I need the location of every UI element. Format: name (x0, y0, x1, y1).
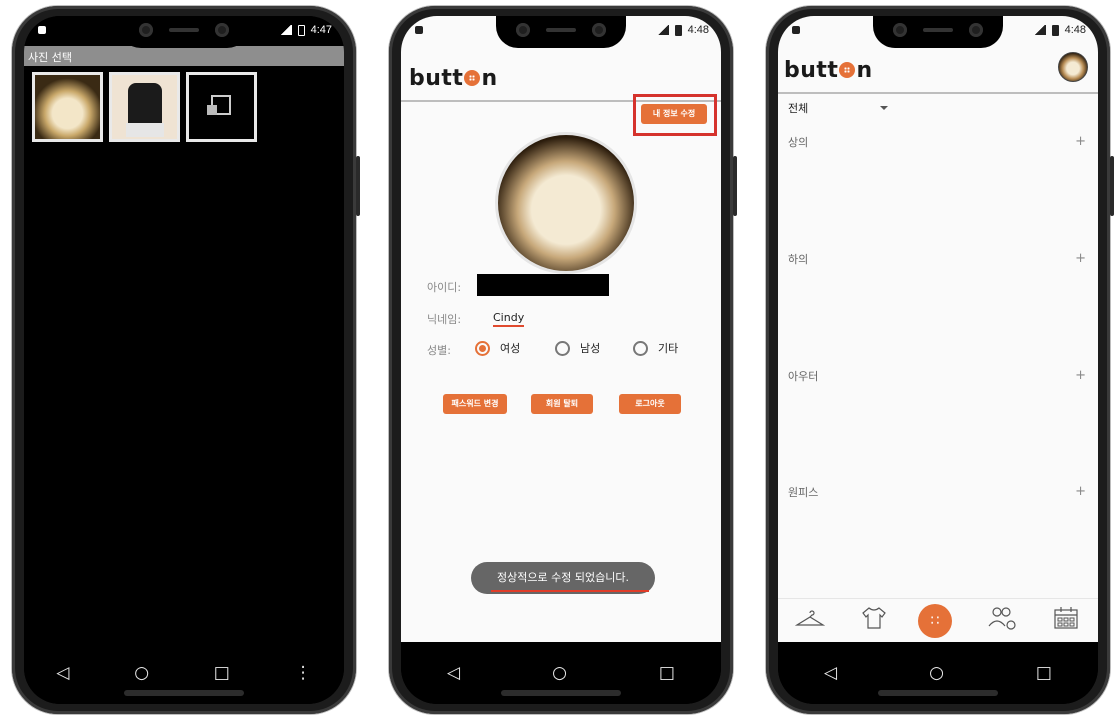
signal-icon (279, 25, 292, 35)
phone-3-screen: 4:48 butt n 전체 상의 + 하의 + 아우터 + 원피스 + ∷ ◁… (778, 16, 1098, 704)
notch (873, 16, 1003, 48)
battery-icon (674, 24, 682, 36)
radio-checked-icon (475, 340, 490, 356)
phone-3: 4:48 butt n 전체 상의 + 하의 + 아우터 + 원피스 + ∷ ◁… (766, 6, 1114, 714)
gender-option-female[interactable]: 여성 (475, 340, 520, 356)
gender-option-male[interactable]: 남성 (555, 340, 600, 356)
home-icon[interactable]: ○ (134, 663, 149, 683)
notch (496, 16, 626, 48)
photo-picker-screen: 4:47 사진 선택 (24, 16, 344, 642)
radio-unchecked-icon (555, 340, 570, 356)
notification-icon (792, 26, 800, 34)
profile-screen: 4:48 butt n 내 정보 수정 아이디: 닉네임: Cindy 성별: 여… (401, 16, 721, 642)
picker-title: 사진 선택 (24, 46, 344, 66)
filter-label: 전체 (788, 102, 809, 115)
photo-thumb-shirt[interactable] (109, 72, 180, 142)
add-icon[interactable]: + (1075, 251, 1086, 267)
change-password-button[interactable]: 패스워드 변경 (443, 394, 507, 414)
phone-1-screen: 4:47 사진 선택 ◁ ○ □ ⋮ (24, 16, 344, 704)
signal-icon (1033, 25, 1046, 35)
status-time: 4:47 (310, 24, 332, 36)
withdraw-button[interactable]: 회원 탈퇴 (531, 394, 593, 414)
header-divider (778, 92, 1098, 94)
id-value-redacted (477, 274, 609, 296)
app-logo: butt n (409, 66, 498, 91)
recents-icon[interactable]: □ (659, 663, 675, 683)
button-logo-icon (464, 70, 481, 86)
phone-1: 4:47 사진 선택 ◁ ○ □ ⋮ (12, 6, 360, 714)
radio-unchecked-icon (633, 340, 648, 356)
category-row-outerwear[interactable]: 아우터 + (788, 368, 1086, 384)
photo-grid (32, 72, 257, 142)
more-icon[interactable]: ⋮ (295, 663, 312, 683)
gender-label: 성별: (427, 344, 451, 357)
button-logo-icon (839, 62, 856, 78)
phone-2: 4:48 butt n 내 정보 수정 아이디: 닉네임: Cindy 성별: 여… (389, 6, 737, 714)
bottom-tab-bar: ∷ (778, 598, 1098, 642)
shirt-icon[interactable] (854, 606, 894, 635)
status-time: 4:48 (1064, 24, 1086, 36)
back-icon[interactable]: ◁ (56, 663, 69, 683)
category-row-bottoms[interactable]: 하의 + (788, 251, 1086, 267)
chevron-down-icon (880, 106, 888, 110)
hanger-icon[interactable] (790, 609, 830, 633)
id-label: 아이디: (427, 281, 462, 294)
notch (119, 16, 249, 48)
profile-avatar[interactable] (1058, 52, 1088, 82)
back-icon[interactable]: ◁ (824, 663, 837, 683)
toast-message: 정상적으로 수정 되었습니다. (471, 562, 655, 594)
photo-thumb-broken[interactable] (186, 72, 257, 142)
notification-icon (415, 26, 423, 34)
grid-dots-icon[interactable]: ∷ (918, 603, 952, 638)
category-filter-dropdown[interactable]: 전체 (788, 100, 888, 116)
signal-icon (656, 25, 669, 35)
battery-icon (1051, 24, 1059, 36)
add-icon[interactable]: + (1075, 368, 1086, 384)
add-icon[interactable]: + (1075, 134, 1086, 150)
people-add-icon[interactable] (982, 606, 1022, 635)
home-icon[interactable]: ○ (552, 663, 567, 683)
add-icon[interactable]: + (1075, 484, 1086, 500)
nickname-value[interactable]: Cindy (493, 311, 525, 327)
calendar-icon[interactable] (1046, 606, 1086, 635)
closet-screen: 4:48 butt n 전체 상의 + 하의 + 아우터 + 원피스 + ∷ (778, 16, 1098, 642)
broken-image-icon (207, 95, 231, 115)
edit-profile-button[interactable]: 내 정보 수정 (641, 104, 707, 124)
logout-button[interactable]: 로그아웃 (619, 394, 681, 414)
battery-icon (297, 24, 305, 36)
home-icon[interactable]: ○ (929, 663, 944, 683)
notification-icon (38, 26, 46, 34)
back-icon[interactable]: ◁ (447, 663, 460, 683)
recents-icon[interactable]: □ (1036, 663, 1052, 683)
profile-avatar[interactable] (495, 132, 637, 274)
gender-option-other[interactable]: 기타 (633, 340, 678, 356)
category-row-dresses[interactable]: 원피스 + (788, 484, 1086, 500)
recents-icon[interactable]: □ (214, 663, 230, 683)
photo-thumb-cat[interactable] (32, 72, 103, 142)
phone-2-screen: 4:48 butt n 내 정보 수정 아이디: 닉네임: Cindy 성별: 여… (401, 16, 721, 704)
category-row-tops[interactable]: 상의 + (788, 134, 1086, 150)
nickname-label: 닉네임: (427, 313, 462, 326)
status-time: 4:48 (687, 24, 709, 36)
app-logo: butt n (784, 58, 873, 83)
